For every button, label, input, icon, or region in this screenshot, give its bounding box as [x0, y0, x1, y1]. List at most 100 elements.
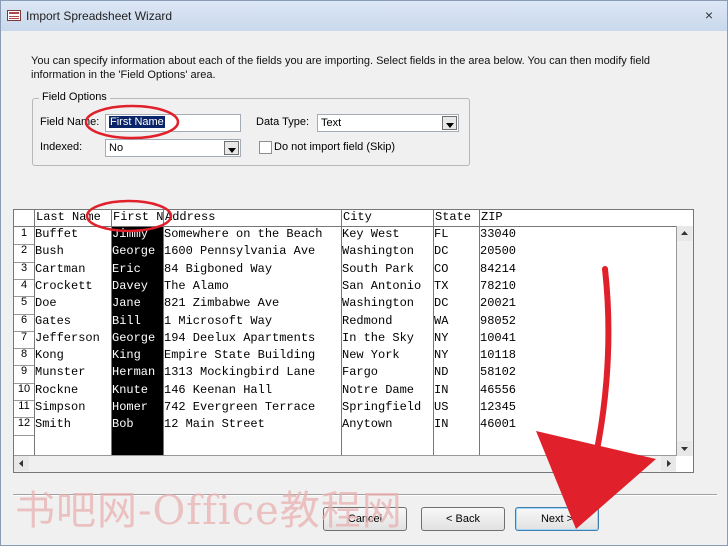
cell-first-name: Knute	[112, 382, 149, 397]
skip-field-checkbox[interactable]	[259, 141, 272, 154]
cell-address: 12 Main Street	[164, 417, 265, 432]
cell-zip: 84214	[480, 261, 517, 276]
cell-address: 84 Bigboned Way	[164, 261, 273, 276]
data-preview-grid[interactable]: Last Name First N Address City State ZIP…	[13, 209, 694, 473]
cell-zip: 58102	[480, 365, 517, 380]
cell-city: Redmond	[342, 313, 393, 328]
cell-first-name: Bob	[112, 417, 134, 432]
indexed-select[interactable]: No	[105, 139, 241, 157]
cell-last-name: Crockett	[35, 278, 93, 293]
column-header-zip[interactable]: ZIP	[481, 210, 503, 224]
cell-first-name: King	[112, 348, 141, 363]
cell-last-name: Gates	[35, 313, 72, 328]
cell-address: 1313 Mockingbird Lane	[164, 365, 316, 380]
column-header-city[interactable]: City	[343, 210, 372, 224]
cell-city: Notre Dame	[342, 382, 415, 397]
column-header-first-name[interactable]: First N	[113, 210, 163, 224]
row-number: 6	[20, 313, 28, 326]
data-type-select[interactable]: Text	[317, 114, 459, 132]
horizontal-scrollbar[interactable]	[14, 455, 676, 472]
cell-city: San Antonio	[342, 278, 422, 293]
cell-zip: 98052	[480, 313, 517, 328]
back-button[interactable]: < Back	[421, 507, 505, 531]
next-button[interactable]: Next >	[515, 507, 599, 531]
field-name-input[interactable]: First Name	[105, 114, 241, 132]
cell-zip: 12345	[480, 400, 517, 414]
scroll-down-icon[interactable]	[677, 441, 692, 456]
row-number: 5	[20, 296, 28, 309]
scroll-left-icon[interactable]	[14, 456, 29, 471]
cell-last-name: Doe	[35, 296, 57, 311]
cell-first-name: Jane	[112, 296, 141, 311]
row-number: 1	[20, 227, 28, 239]
column-header-state[interactable]: State	[435, 210, 471, 224]
cell-address: 1600 Pennsylvania Ave	[164, 244, 316, 259]
field-options-group	[32, 98, 470, 166]
cell-last-name: Simpson	[35, 400, 86, 414]
chevron-down-icon[interactable]	[442, 116, 457, 130]
cell-zip: 20500	[480, 244, 517, 259]
cell-city: South Park	[342, 261, 415, 276]
cell-address: Somewhere on the Beach	[164, 227, 323, 241]
cell-state: US	[434, 400, 449, 414]
indexed-label: Indexed:	[40, 141, 83, 153]
cell-first-name: George	[112, 244, 156, 259]
cell-zip: 10118	[480, 348, 517, 363]
chevron-down-icon[interactable]	[224, 141, 239, 155]
cell-zip: 10041	[480, 330, 517, 345]
title-bar: Import Spreadsheet Wizard ×	[1, 1, 727, 31]
cell-state: TX	[434, 278, 449, 293]
cell-address: 146 Keenan Hall	[164, 382, 273, 397]
cell-state: DC	[434, 296, 449, 311]
cell-last-name: Munster	[35, 365, 86, 380]
row-number: 8	[20, 348, 28, 361]
cell-last-name: Cartman	[35, 261, 86, 276]
cell-city: In the Sky	[342, 330, 415, 345]
cell-zip: 46001	[480, 417, 517, 432]
cell-city: Washington	[342, 244, 415, 259]
cell-address: 1 Microsoft Way	[164, 313, 273, 328]
cell-last-name: Smith	[35, 417, 72, 432]
cell-last-name: Kong	[35, 348, 64, 363]
cell-address: The Alamo	[164, 278, 229, 293]
row-number: 3	[20, 261, 28, 274]
close-button[interactable]: ×	[705, 7, 713, 23]
row-divider	[14, 434, 34, 436]
indexed-value: No	[109, 142, 124, 154]
cell-state: IN	[434, 417, 449, 432]
cell-zip: 20021	[480, 296, 517, 311]
scroll-up-icon[interactable]	[677, 226, 692, 241]
cell-city: Fargo	[342, 365, 379, 380]
vertical-scrollbar[interactable]	[676, 226, 693, 456]
cell-state: NY	[434, 348, 449, 363]
field-name-label: Field Name:	[40, 116, 100, 128]
cell-address: 742 Evergreen Terrace	[164, 400, 316, 414]
cell-first-name: Eric	[112, 261, 141, 276]
cell-first-name: Herman	[112, 365, 156, 380]
cell-last-name: Bush	[35, 244, 64, 259]
column-header-last-name[interactable]: Last Name	[36, 210, 101, 224]
cell-zip: 33040	[480, 227, 517, 241]
field-options-legend: Field Options	[39, 91, 110, 103]
button-separator	[13, 494, 717, 496]
column-header-address[interactable]: Address	[165, 210, 215, 224]
skip-field-label: Do not import field (Skip)	[274, 141, 396, 153]
cell-first-name: Jimmy	[112, 227, 149, 241]
cell-city: Springfield	[342, 400, 422, 414]
cell-address: 194 Deelux Apartments	[164, 330, 316, 345]
scroll-right-icon[interactable]	[661, 456, 676, 471]
cell-first-name: Bill	[112, 313, 141, 328]
cell-first-name: George	[112, 330, 156, 345]
field-name-value: First Name	[109, 116, 165, 128]
app-icon	[7, 10, 21, 21]
row-number: 4	[20, 278, 28, 291]
row-number: 12	[17, 417, 31, 430]
row-number: 10	[17, 382, 31, 395]
import-spreadsheet-wizard-window: Import Spreadsheet Wizard × You can spec…	[0, 0, 728, 546]
row-number: 7	[20, 330, 28, 343]
row-number: 2	[20, 244, 28, 257]
cell-state: ND	[434, 365, 449, 380]
cell-last-name: Buffet	[35, 227, 79, 241]
cancel-button[interactable]: Cancel	[323, 507, 407, 531]
cell-state: WA	[434, 313, 449, 328]
